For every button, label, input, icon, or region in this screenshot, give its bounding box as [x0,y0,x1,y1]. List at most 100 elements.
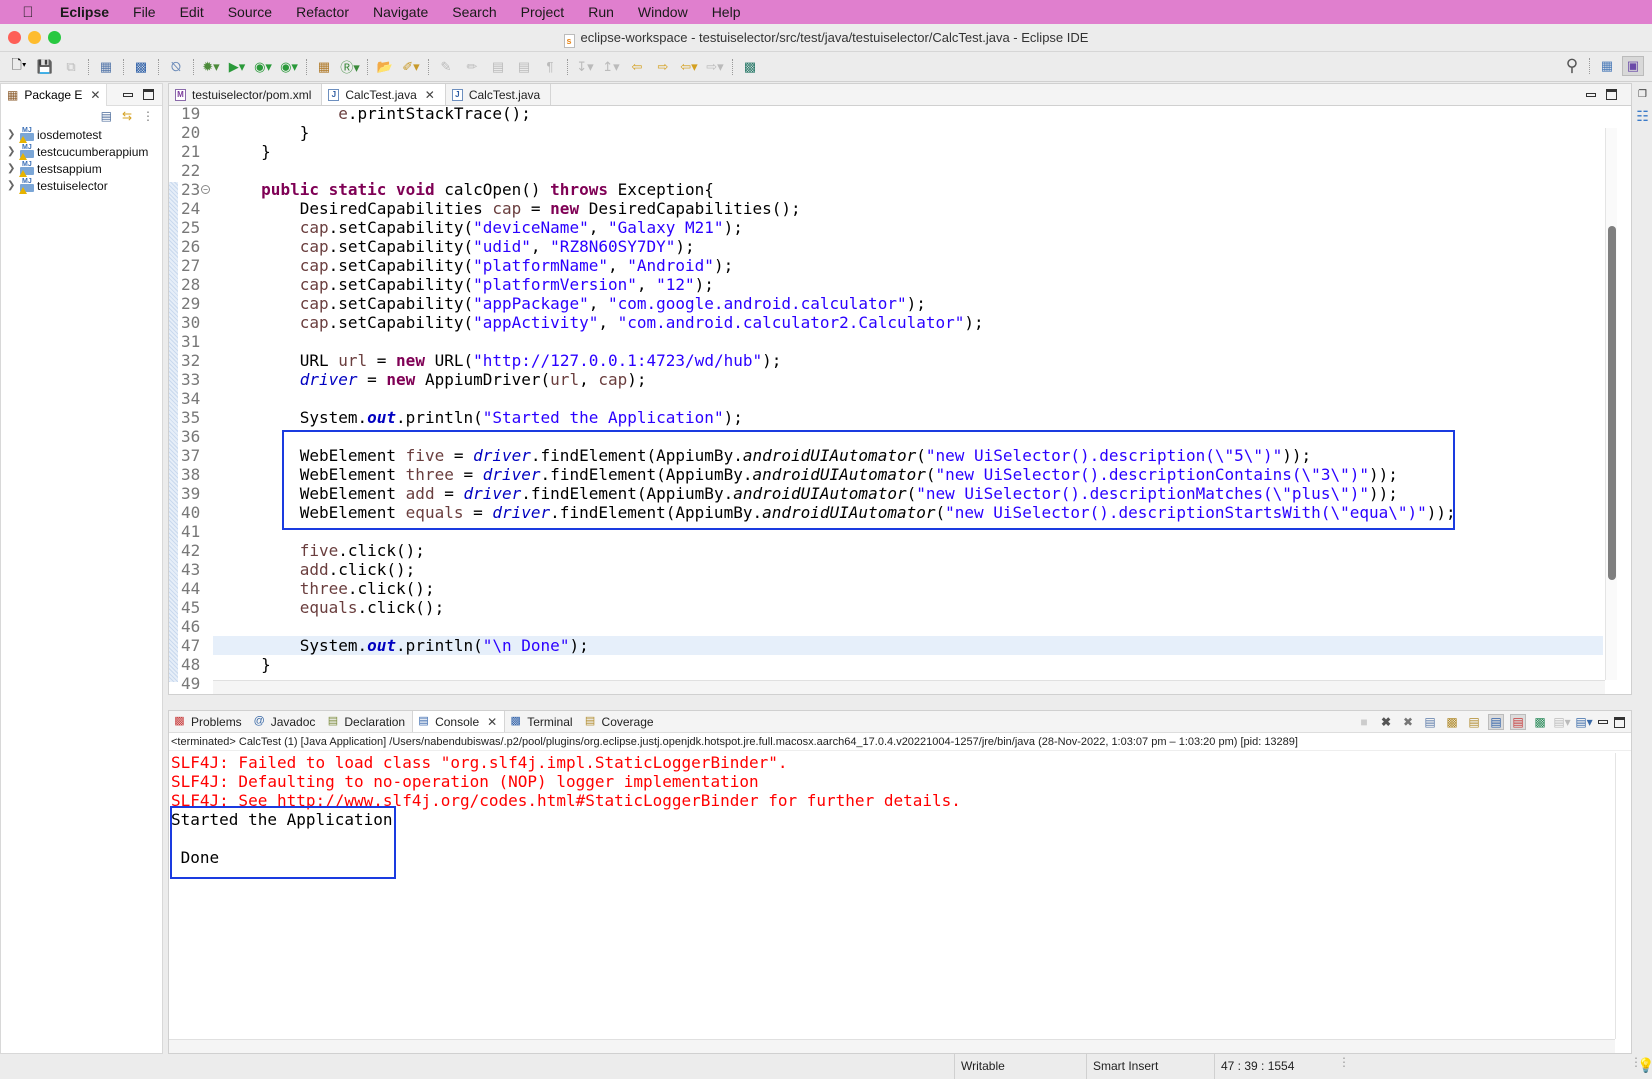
code-line[interactable] [213,617,1603,636]
block-selection-icon[interactable]: ▤ [487,57,509,77]
code-line[interactable]: five.click(); [213,541,1603,560]
tab-terminal[interactable]: ▩ Terminal [505,711,579,732]
code-line[interactable]: public static void calcOpen() throws Exc… [213,180,1603,199]
binary-icon[interactable]: ▦ [95,57,117,77]
close-icon[interactable]: ✕ [425,88,435,102]
menu-edit[interactable]: Edit [168,4,216,20]
scroll-lock-icon[interactable]: ▩ [1444,714,1460,730]
editor-tab-pom[interactable]: M testuiselector/pom.xml [169,84,323,105]
code-line[interactable]: WebElement equals = driver.findElement(A… [213,503,1603,522]
scrollbar-thumb[interactable] [1608,226,1616,580]
code-area[interactable]: 19 20 21 22 23−24 25 26 27 28 29 30 31 32 33 34 35 36 37 3… [169,106,1631,694]
menu-project[interactable]: Project [509,4,577,20]
cursor-position-status[interactable]: 47 : 39 : 1554 [1214,1054,1334,1079]
menu-run[interactable]: Run [576,4,626,20]
skip-breakpoints-icon[interactable]: ⦰ [165,57,187,77]
code-line[interactable]: cap.setCapability("appActivity", "com.an… [213,313,1603,332]
editor-tab-calctest[interactable]: J CalcTest.java [446,84,552,105]
new-wizard-icon[interactable]: 🗋▾ [8,57,30,77]
maximize-icon[interactable] [143,89,154,100]
close-icon[interactable]: ✕ [90,88,100,102]
tree-item-project[interactable]: ❯ MJ testuiselector [1,177,162,194]
code-line[interactable]: cap.setCapability("deviceName", "Galaxy … [213,218,1603,237]
next-edit-location-icon[interactable]: ⇨ [652,57,674,77]
code-line[interactable] [213,161,1603,180]
code-line[interactable]: URL url = new URL("http://127.0.0.1:4723… [213,351,1603,370]
maximize-icon[interactable] [1614,716,1625,728]
pin-console-icon[interactable]: ▩ [1532,714,1548,730]
chevron-right-icon[interactable]: ❯ [7,129,19,140]
code-line[interactable]: add.click(); [213,560,1603,579]
open-perspective-icon[interactable]: ▩ [739,57,761,77]
tree-item-project[interactable]: ❯ MJ testsappium [1,160,162,177]
run-icon[interactable]: ▶▾ [226,57,248,77]
search-brush-icon[interactable]: ✐▾ [400,57,422,77]
display-selected-console-icon[interactable]: ▤▾ [1553,714,1570,730]
console-horizontal-scrollbar[interactable] [169,1039,1615,1053]
apple-menu-icon[interactable]:  [8,4,48,21]
external-tools-icon[interactable]: ◉▾ [278,57,300,77]
tree-item-project[interactable]: ❯ MJ testcucumberappium [1,143,162,160]
remove-launch-icon[interactable]: ✖ [1378,714,1394,730]
menu-app-eclipse[interactable]: Eclipse [48,4,121,20]
minimize-icon[interactable] [123,92,133,97]
forward-icon[interactable]: ⇨▾ [704,57,726,77]
save-all-icon[interactable]: ⧉ [60,57,82,77]
open-type-icon[interactable]: 📂 [374,57,396,77]
tab-problems[interactable]: ▩ Problems [169,711,249,732]
fold-collapse-icon[interactable]: − [201,185,210,194]
new-java-class-icon[interactable]: Ⓡ▾ [339,57,361,77]
tab-console[interactable]: ▤ Console ✕ [412,711,506,732]
previous-annotation-icon[interactable]: ↥▾ [600,57,622,77]
save-icon[interactable]: 💾 [34,57,56,77]
tab-package-explorer[interactable]: ▦ Package E ✕ [1,83,108,106]
menu-help[interactable]: Help [700,4,753,20]
close-icon[interactable]: ✕ [487,715,497,729]
code-line[interactable] [213,522,1603,541]
terminal-icon[interactable]: ▩ [130,57,152,77]
menu-navigate[interactable]: Navigate [361,4,440,20]
code-line[interactable] [213,427,1603,446]
terminate-icon[interactable]: ■ [1356,714,1372,730]
minimize-icon[interactable] [1586,92,1596,97]
search-icon[interactable]: ⚲ [1561,56,1583,76]
word-wrap-icon[interactable]: ▤ [1466,714,1482,730]
insert-mode-status[interactable]: Smart Insert [1086,1054,1220,1079]
code-line[interactable]: cap.setCapability("udid", "RZ8N60SY7DY")… [213,237,1603,256]
restore-icon[interactable]: ❐ [1633,89,1652,100]
code-line[interactable]: DesiredCapabilities cap = new DesiredCap… [213,199,1603,218]
remove-all-terminated-icon[interactable]: ✖ [1400,714,1416,730]
menu-window[interactable]: Window [626,4,700,20]
menu-source[interactable]: Source [216,4,284,20]
menu-search[interactable]: Search [440,4,508,20]
back-icon[interactable]: ⇦▾ [678,57,700,77]
tree-item-project[interactable]: ❯ MJ iosdemotest [1,126,162,143]
editor-vertical-scrollbar[interactable] [1605,128,1617,680]
chevron-right-icon[interactable]: ❯ [7,146,19,157]
tab-javadoc[interactable]: @ Javadoc [249,711,323,732]
code-line[interactable]: WebElement five = driver.findElement(App… [213,446,1603,465]
tab-coverage[interactable]: ▤ Coverage [580,711,661,732]
open-perspective-icon[interactable]: ▦ [1596,56,1618,76]
console-vertical-scrollbar[interactable] [1615,753,1631,1039]
menu-file[interactable]: File [121,4,168,20]
menu-refactor[interactable]: Refactor [284,4,361,20]
java-perspective-icon[interactable]: ▣ [1622,56,1644,76]
minimize-icon[interactable] [1598,720,1608,724]
code-line[interactable] [213,332,1603,351]
code-line[interactable]: WebElement three = driver.findElement(Ap… [213,465,1603,484]
toggle-mark-occurrences-icon[interactable]: ✎ [435,57,457,77]
chevron-right-icon[interactable]: ❯ [7,180,19,191]
code-line[interactable]: System.out.println("\n Done"); [213,636,1603,655]
new-java-package-icon[interactable]: ▦ [313,57,335,77]
tab-declaration[interactable]: ▤ Declaration [322,711,412,732]
editor-tab-calctest-active[interactable]: J CalcTest.java ✕ [322,84,446,105]
maximize-icon[interactable] [1606,89,1617,100]
code-line[interactable]: cap.setCapability("platformName", "Andro… [213,256,1603,275]
code-line[interactable]: } [213,655,1603,674]
show-whitespace-icon[interactable]: ¶ [539,57,561,77]
show-console-on-stderr-icon[interactable]: ▤ [1510,714,1526,730]
view-menu-icon[interactable]: ⋮ [142,109,154,123]
next-annotation-icon[interactable]: ↧▾ [574,57,596,77]
show-console-on-stdout-icon[interactable]: ▤ [1488,714,1504,730]
